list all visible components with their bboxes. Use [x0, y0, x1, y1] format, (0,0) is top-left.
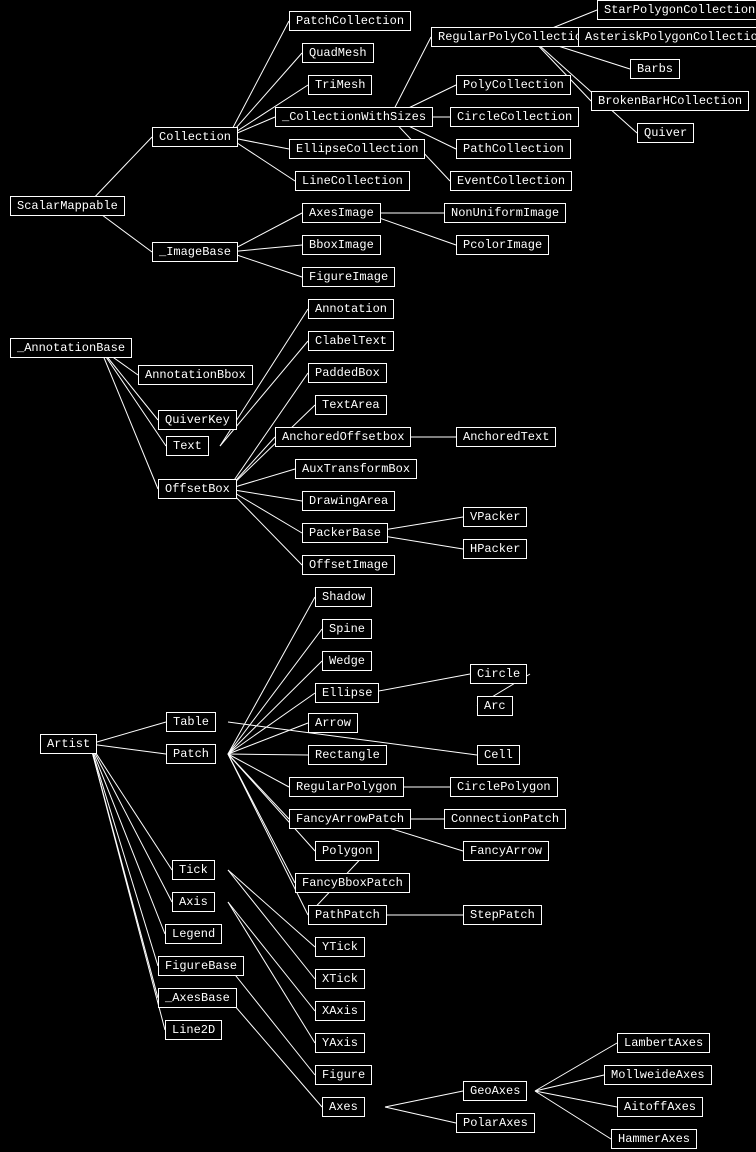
node-polycollection: PolyCollection: [456, 75, 571, 95]
node-nonuniformimage: NonUniformImage: [444, 203, 566, 223]
node-hammeraxes: HammerAxes: [611, 1129, 697, 1149]
node-starpolygoncollection: StarPolygonCollection: [597, 0, 756, 20]
node-quiver: Quiver: [637, 123, 694, 143]
node-text: Text: [166, 436, 209, 456]
node-circlecollection: CircleCollection: [450, 107, 579, 127]
node-xtick: XTick: [315, 969, 365, 989]
node-rectangle: Rectangle: [308, 745, 387, 765]
node-quiverkey: QuiverKey: [158, 410, 237, 430]
node-arc: Arc: [477, 696, 513, 716]
node-artist: Artist: [40, 734, 97, 754]
node-ellipse: Ellipse: [315, 683, 379, 703]
node-clabeltext: ClabelText: [308, 331, 394, 351]
node-figurebase: FigureBase: [158, 956, 244, 976]
node-collection: Collection: [152, 127, 238, 147]
node-hpacker: HPacker: [463, 539, 527, 559]
node-anchoredoffsetbox: AnchoredOffsetbox: [275, 427, 411, 447]
node--annotationbase: _AnnotationBase: [10, 338, 132, 358]
node-wedge: Wedge: [322, 651, 372, 671]
node-polygon: Polygon: [315, 841, 379, 861]
node-annotation: Annotation: [308, 299, 394, 319]
node-brokenbarhcollection: BrokenBarHCollection: [591, 91, 749, 111]
node-annotationbbox: AnnotationBbox: [138, 365, 253, 385]
node-yaxis: YAxis: [315, 1033, 365, 1053]
node-circlepolygon: CirclePolygon: [450, 777, 558, 797]
node-barbs: Barbs: [630, 59, 680, 79]
node-tick: Tick: [172, 860, 215, 880]
node-linecollection: LineCollection: [295, 171, 410, 191]
node-anchoredtext: AnchoredText: [456, 427, 556, 447]
node-axes: Axes: [322, 1097, 365, 1117]
node--collectionwithsizes: _CollectionWithSizes: [275, 107, 433, 127]
node-scalarmappable: ScalarMappable: [10, 196, 125, 216]
node-bboximage: BboxImage: [302, 235, 381, 255]
node--axesbase: _AxesBase: [158, 988, 237, 1008]
node-pcolorimage: PcolorImage: [456, 235, 549, 255]
node-shadow: Shadow: [315, 587, 372, 607]
node-circle: Circle: [470, 664, 527, 684]
node-legend: Legend: [165, 924, 222, 944]
node-paddedbox: PaddedBox: [308, 363, 387, 383]
node-auxtransformbox: AuxTransformBox: [295, 459, 417, 479]
node-offsetimage: OffsetImage: [302, 555, 395, 575]
node-vpacker: VPacker: [463, 507, 527, 527]
node-drawingarea: DrawingArea: [302, 491, 395, 511]
node-offsetbox: OffsetBox: [158, 479, 237, 499]
node-textarea: TextArea: [315, 395, 387, 415]
node-line2d: Line2D: [165, 1020, 222, 1040]
node-lambertaxes: LambertAxes: [617, 1033, 710, 1053]
node-regularpolygon: RegularPolygon: [289, 777, 404, 797]
node-aitoffaxes: AitoffAxes: [617, 1097, 703, 1117]
node-connectionpatch: ConnectionPatch: [444, 809, 566, 829]
node-regularpolycollection: RegularPolyCollection: [431, 27, 596, 47]
node-table: Table: [166, 712, 216, 732]
node-packerbase: PackerBase: [302, 523, 388, 543]
node-mollweideaxes: MollweideAxes: [604, 1065, 712, 1085]
node-ellipsecollection: EllipseCollection: [289, 139, 425, 159]
node-cell: Cell: [477, 745, 520, 765]
node-quadmesh: QuadMesh: [302, 43, 374, 63]
node-figure: Figure: [315, 1065, 372, 1085]
node-axesimage: AxesImage: [302, 203, 381, 223]
node-asteriskpolygoncollection: AsteriskPolygonCollection: [578, 27, 756, 47]
node-axis: Axis: [172, 892, 215, 912]
node-fancyarrowpatch: FancyArrowPatch: [289, 809, 411, 829]
node-figureimage: FigureImage: [302, 267, 395, 287]
node-arrow: Arrow: [308, 713, 358, 733]
node-spine: Spine: [322, 619, 372, 639]
node-pathcollection: PathCollection: [456, 139, 571, 159]
node-pathpatch: PathPatch: [308, 905, 387, 925]
node-geoaxes: GeoAxes: [463, 1081, 527, 1101]
node-patchcollection: PatchCollection: [289, 11, 411, 31]
node-polaraxes: PolarAxes: [456, 1113, 535, 1133]
node-steppatch: StepPatch: [463, 905, 542, 925]
node-xaxis: XAxis: [315, 1001, 365, 1021]
node-fancybboxpatch: FancyBboxPatch: [295, 873, 410, 893]
node-patch: Patch: [166, 744, 216, 764]
node-fancyarrow: FancyArrow: [463, 841, 549, 861]
node-trimesh: TriMesh: [308, 75, 372, 95]
node-ytick: YTick: [315, 937, 365, 957]
node--imagebase: _ImageBase: [152, 242, 238, 262]
node-eventcollection: EventCollection: [450, 171, 572, 191]
